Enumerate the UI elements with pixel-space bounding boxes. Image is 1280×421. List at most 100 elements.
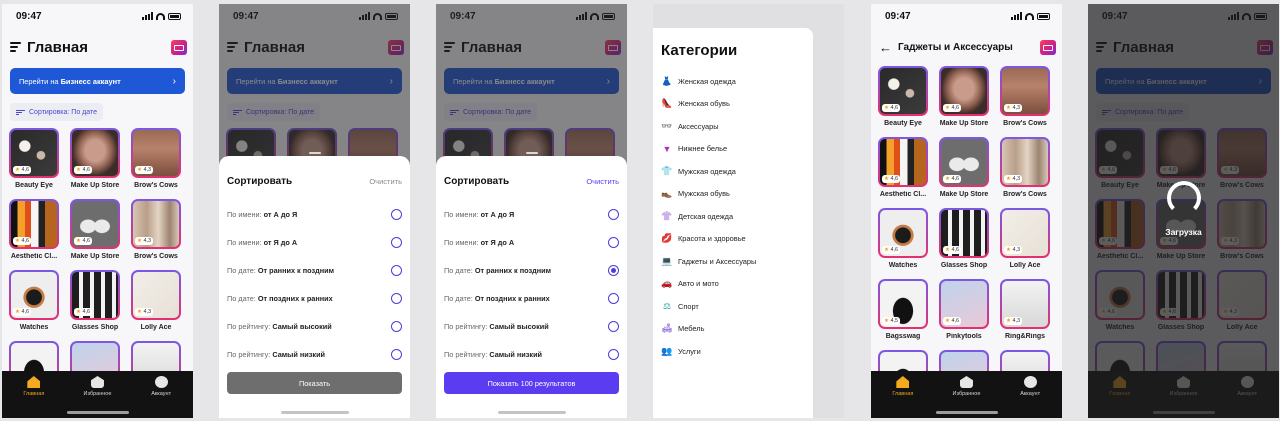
category-item[interactable]: 🚗 Авто и мото [661, 273, 809, 296]
product-name: Beauty Eye [15, 182, 53, 189]
home-icon [896, 376, 910, 388]
radio-button[interactable] [391, 264, 402, 276]
product-card[interactable]: ★ 4,3 Brow's Cows [131, 128, 181, 199]
radio-button[interactable] [391, 208, 402, 220]
rating-badge: ★ 4,6 [13, 166, 32, 174]
shop-logo-icon[interactable] [1040, 39, 1056, 55]
product-card[interactable]: ★ 4,6 Aesthetic Cl... [9, 199, 59, 270]
category-item[interactable]: 👥 Услуги [661, 340, 809, 363]
menu-icon[interactable] [10, 42, 21, 52]
category-item[interactable]: 👓 Аксессуары [661, 115, 809, 138]
show-button[interactable]: Показать [227, 372, 402, 394]
product-card[interactable]: ★ 4,6 Make Up Store [70, 128, 120, 199]
category-list: 👗 Женская одежда 👠 Женская обувь 👓 Аксессуа… [661, 70, 809, 363]
sort-option[interactable]: По дате: От поздних к ранних [444, 284, 619, 312]
sort-option[interactable]: По рейтингу: Самый высокий [227, 312, 402, 340]
product-card[interactable]: ★ 4,6 Make Up Store [939, 66, 989, 137]
category-item[interactable]: ▼ Нижнее белье [661, 138, 809, 161]
sofa-icon: 🛋 [661, 323, 673, 334]
favorites-icon [90, 376, 104, 388]
sort-option[interactable]: По рейтингу: Самый высокий [444, 312, 619, 340]
tab-home[interactable]: Главная [9, 376, 59, 418]
sort-chip[interactable]: Сортировка: По дате [10, 103, 104, 121]
product-card[interactable]: ★ 4,6 Glasses Shop [70, 270, 120, 341]
sort-option[interactable]: По имени: от Я до А [227, 228, 402, 256]
sheet-grabber[interactable] [525, 152, 538, 154]
radio-button[interactable] [608, 320, 619, 332]
shop-logo-icon[interactable] [171, 39, 187, 55]
category-item[interactable]: 💻 Гаджеты и Аксессуары [661, 250, 809, 273]
radio-button[interactable] [608, 236, 619, 248]
radio-button[interactable] [391, 348, 402, 360]
lips-icon: 💋 [661, 233, 673, 244]
star-icon: ★ [137, 167, 142, 173]
header: ← Гаджеты и Аксессуары [879, 36, 1056, 58]
product-card[interactable]: ★ 4,3 Ring&Rings [1000, 279, 1050, 350]
sort-options: По имени: от А до Я По имени: от Я до А … [444, 200, 619, 368]
sort-option[interactable]: По имени: от А до Я [444, 200, 619, 228]
product-card[interactable]: ★ 4,3 Lolly Ace [131, 270, 181, 341]
category-item[interactable]: 💋 Красота и здоровье [661, 228, 809, 251]
product-card[interactable]: ★ 4,6 Beauty Eye [878, 66, 928, 137]
sort-option[interactable]: По рейтингу: Самый низкий [227, 340, 402, 368]
underwear-icon: ▼ [662, 143, 672, 154]
category-item[interactable]: 👕 Мужская одежда [661, 160, 809, 183]
back-arrow-icon[interactable]: ← [879, 40, 892, 55]
radio-button[interactable] [391, 292, 402, 304]
home-indicator [280, 411, 349, 414]
star-icon: ★ [76, 238, 81, 244]
home-indicator [66, 411, 129, 414]
clear-button[interactable]: Очистить [586, 177, 619, 186]
screens-board: 09:47 Главная Перейти на Бизнесс аккаунт… [0, 0, 1280, 421]
clear-button[interactable]: Очистить [369, 177, 402, 186]
product-card[interactable]: ★ 4,6 Beauty Eye [9, 128, 59, 199]
drawer-title: Категории [661, 42, 738, 59]
product-card[interactable]: ★ 4,3 Brow's Cows [131, 199, 181, 270]
product-card[interactable]: ★ 4,6 Aesthetic Cl... [878, 137, 928, 208]
sort-option[interactable]: По имени: от А до Я [227, 200, 402, 228]
category-item[interactable]: 🛋 Мебель [661, 318, 809, 341]
category-item[interactable]: 👗 Женская одежда [661, 70, 809, 93]
category-item[interactable]: 👚 Детская одежда [661, 205, 809, 228]
product-card[interactable]: ★ 4,3 Lolly Ace [1000, 208, 1050, 279]
home-icon [27, 376, 41, 388]
sort-option[interactable]: По дате: От поздних к ранних [227, 284, 402, 312]
sheet-grabber[interactable] [308, 152, 321, 154]
sort-option[interactable]: По имени: от Я до А [444, 228, 619, 256]
category-item[interactable]: 👞 Мужская обувь [661, 183, 809, 206]
tab-account[interactable]: Аккаунт [1005, 376, 1055, 418]
product-card[interactable]: ★ 4,6 Glasses Shop [939, 208, 989, 279]
star-icon: ★ [15, 167, 20, 173]
business-account-button[interactable]: Перейти на Бизнесс аккаунт › [10, 68, 185, 94]
product-card[interactable]: ★ 4,3 Brow's Cows [1000, 137, 1050, 208]
rating-badge: ★ 4,3 [135, 166, 154, 174]
product-card[interactable]: ★ 4,6 Make Up Store [939, 137, 989, 208]
product-card[interactable]: ★ 4,5 Bagsswag [878, 279, 928, 350]
show-results-button[interactable]: Показать 100 результатов [444, 372, 619, 394]
tab-home[interactable]: Главная [878, 376, 928, 418]
star-icon: ★ [15, 238, 20, 244]
radio-button-selected[interactable] [608, 264, 619, 276]
product-card[interactable]: ★ 4,6 Watches [9, 270, 59, 341]
page-title: Главная [27, 38, 89, 56]
tab-account[interactable]: Аккаунт [136, 376, 186, 418]
rating-badge: ★ 4,3 [135, 237, 154, 245]
product-card[interactable]: ★ 4,6 Make Up Store [70, 199, 120, 270]
radio-button[interactable] [608, 292, 619, 304]
product-card[interactable]: ★ 4,6 Pinkytools [939, 279, 989, 350]
radio-button[interactable] [391, 320, 402, 332]
shirt-icon: 👕 [661, 165, 673, 176]
category-item[interactable]: 👠 Женская обувь [661, 93, 809, 116]
category-item[interactable]: ⚖ Спорт [661, 295, 809, 318]
radio-button[interactable] [391, 236, 402, 248]
product-card[interactable]: ★ 4,3 Brow's Cows [1000, 66, 1050, 137]
sort-option[interactable]: По рейтингу: Самый низкий [444, 340, 619, 368]
sort-option[interactable]: По дате: От ранних к поздним [227, 256, 402, 284]
sort-option-selected[interactable]: По дате: От ранних к поздним [444, 256, 619, 284]
radio-button[interactable] [608, 348, 619, 360]
radio-button[interactable] [608, 208, 619, 220]
sheet-title: Сортировать [227, 176, 293, 187]
product-card[interactable]: ★ 4,6 Watches [878, 208, 928, 279]
laptop-icon: 💻 [661, 255, 673, 266]
page-title: Гаджеты и Аксессуары [898, 41, 1013, 53]
